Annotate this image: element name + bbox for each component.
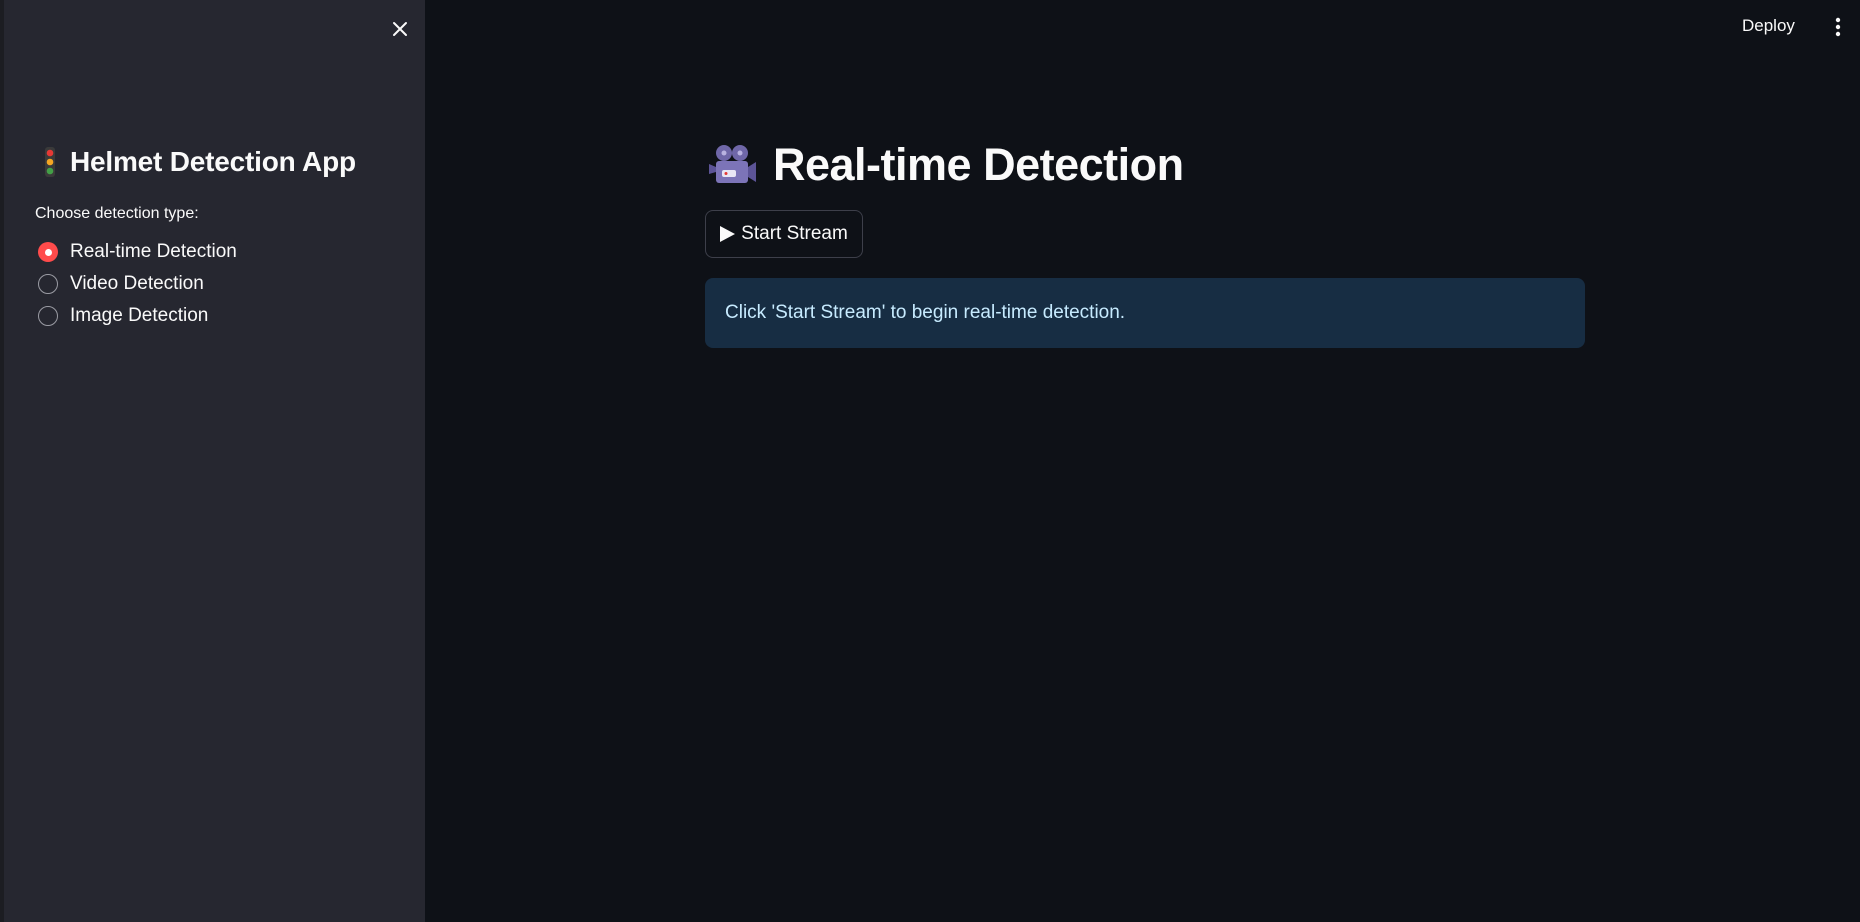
sidebar-title: Helmet Detection App [44, 144, 356, 180]
detection-type-radio-group: Real-time Detection Video Detection Imag… [38, 236, 237, 332]
main-menu-button[interactable] [1826, 12, 1850, 42]
vertical-ellipsis-icon [1835, 17, 1841, 37]
radio-option-image[interactable]: Image Detection [38, 300, 237, 332]
radio-button-checked[interactable] [38, 242, 58, 262]
radio-button[interactable] [38, 274, 58, 294]
info-alert: Click 'Start Stream' to begin real-time … [705, 278, 1585, 348]
radio-option-label: Real-time Detection [70, 241, 237, 262]
app-window: Helmet Detection App Choose detection ty… [0, 0, 1860, 922]
start-stream-button[interactable]: Start Stream [705, 210, 863, 258]
start-stream-label: Start Stream [741, 223, 848, 244]
page-title: Real-time Detection [709, 138, 1184, 192]
info-message: Click 'Start Stream' to begin real-time … [725, 302, 1126, 323]
close-sidebar-button[interactable] [382, 14, 418, 44]
radio-button[interactable] [38, 306, 58, 326]
detection-type-label: Choose detection type: [35, 205, 199, 222]
play-icon [720, 226, 736, 242]
traffic-light-icon [45, 147, 55, 177]
page-title-text: Real-time Detection [773, 139, 1184, 190]
radio-option-label: Video Detection [70, 273, 204, 294]
close-icon [393, 22, 407, 36]
deploy-button[interactable]: Deploy [1742, 12, 1795, 40]
radio-option-realtime[interactable]: Real-time Detection [38, 236, 237, 268]
radio-option-label: Image Detection [70, 305, 209, 326]
movie-camera-icon [709, 145, 756, 183]
sidebar: Helmet Detection App Choose detection ty… [4, 0, 425, 922]
sidebar-title-text: Helmet Detection App [70, 146, 356, 177]
radio-option-video[interactable]: Video Detection [38, 268, 237, 300]
